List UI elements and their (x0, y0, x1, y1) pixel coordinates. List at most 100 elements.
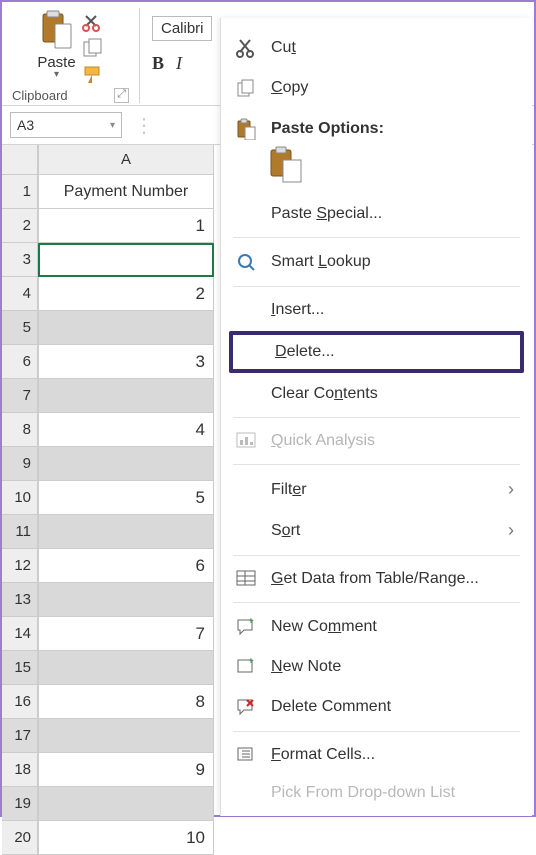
row-header[interactable]: 8 (2, 413, 38, 447)
menu-label: Sort (271, 522, 494, 540)
menu-label: Paste Options: (271, 120, 514, 138)
row-header[interactable]: 15 (2, 651, 38, 685)
separator (233, 555, 520, 556)
paste-option-default[interactable] (269, 146, 532, 187)
font-name-box[interactable]: Calibri (152, 16, 212, 41)
row-header[interactable]: 12 (2, 549, 38, 583)
cell[interactable] (38, 787, 214, 821)
comment-icon: + (235, 617, 257, 637)
select-all-corner[interactable] (2, 145, 38, 175)
separator (233, 237, 520, 238)
row-header[interactable]: 17 (2, 719, 38, 753)
menu-format-cells[interactable]: Format Cells... (221, 736, 532, 774)
chevron-right-icon: › (508, 520, 514, 541)
group-label: Clipboard (12, 88, 68, 103)
menu-pick-list[interactable]: Pick From Drop-down List (221, 774, 532, 812)
delete-comment-icon (235, 697, 257, 717)
quick-analysis-icon (235, 432, 257, 450)
cell[interactable]: 9 (38, 753, 214, 787)
row-header[interactable]: 7 (2, 379, 38, 413)
row-header[interactable]: 19 (2, 787, 38, 821)
clipboard-group: Paste ▾ Clipboard (12, 8, 140, 103)
bold-button[interactable]: B (152, 53, 164, 74)
row-header[interactable]: 10 (2, 481, 38, 515)
cell[interactable]: 6 (38, 549, 214, 583)
cell[interactable]: 4 (38, 413, 214, 447)
row-header[interactable]: 1 (2, 175, 38, 209)
menu-label: Format Cells... (271, 746, 514, 764)
cell[interactable]: 7 (38, 617, 214, 651)
menu-label: Delete... (275, 343, 510, 361)
separator (233, 286, 520, 287)
row-header[interactable]: 2 (2, 209, 38, 243)
cell[interactable]: 5 (38, 481, 214, 515)
menu-filter[interactable]: Filter › (221, 469, 532, 510)
menu-new-comment[interactable]: + New Comment (221, 607, 532, 647)
cell[interactable] (38, 583, 214, 617)
italic-button[interactable]: I (176, 53, 182, 74)
name-box[interactable]: A3 ▾ (10, 112, 122, 138)
menu-delete-comment[interactable]: Delete Comment (221, 687, 532, 727)
row-header[interactable]: 6 (2, 345, 38, 379)
cell[interactable] (38, 311, 214, 345)
row-header[interactable]: 13 (2, 583, 38, 617)
separator (233, 731, 520, 732)
copy-icon[interactable] (82, 38, 104, 58)
cell[interactable]: 8 (38, 685, 214, 719)
row-header[interactable]: 4 (2, 277, 38, 311)
cell[interactable] (38, 651, 214, 685)
row-header[interactable]: 11 (2, 515, 38, 549)
menu-label: Quick Analysis (271, 432, 514, 450)
menu-get-data[interactable]: Get Data from Table/Range... (221, 560, 532, 598)
menu-paste-special[interactable]: Paste Special... (221, 195, 532, 233)
row-header[interactable]: 16 (2, 685, 38, 719)
row-header[interactable]: 3 (2, 243, 38, 277)
row-header[interactable]: 20 (2, 821, 38, 855)
row-header[interactable]: 18 (2, 753, 38, 787)
menu-label: Copy (271, 79, 514, 97)
cut-icon[interactable] (82, 12, 102, 32)
chevron-right-icon: › (508, 479, 514, 500)
cell[interactable]: Payment Number (38, 175, 214, 209)
menu-insert[interactable]: Insert... (221, 291, 532, 329)
search-icon (235, 252, 257, 272)
format-cells-icon (235, 746, 257, 764)
cell[interactable]: 1 (38, 209, 214, 243)
menu-cut[interactable]: Cut (221, 28, 532, 68)
menu-sort[interactable]: Sort › (221, 510, 532, 551)
paste-button[interactable]: Paste ▾ (37, 8, 75, 80)
menu-paste-options-header: Paste Options: (221, 108, 532, 150)
cell[interactable]: 3 (38, 345, 214, 379)
context-menu: Cut Copy Paste Options: Paste Special...… (220, 18, 532, 816)
chevron-down-icon: ▾ (110, 120, 115, 131)
menu-clear-contents[interactable]: Clear Contents (221, 375, 532, 413)
menu-label: Filter (271, 481, 494, 499)
cell[interactable]: 10 (38, 821, 214, 855)
format-painter-icon[interactable] (82, 64, 104, 84)
menu-copy[interactable]: Copy (221, 68, 532, 108)
svg-text:+: + (248, 617, 254, 627)
cell[interactable] (38, 515, 214, 549)
formula-bar-separator: ⋮ (130, 113, 158, 138)
menu-label: Get Data from Table/Range... (271, 570, 514, 588)
name-box-value: A3 (17, 117, 34, 133)
menu-label: Smart Lookup (271, 253, 514, 271)
paste-icon (37, 8, 75, 52)
menu-smart-lookup[interactable]: Smart Lookup (221, 242, 532, 282)
row-header[interactable]: 5 (2, 311, 38, 345)
column-header[interactable]: A (38, 145, 214, 175)
cell[interactable] (38, 719, 214, 753)
menu-quick-analysis: Quick Analysis (221, 422, 532, 460)
note-icon: + (235, 657, 257, 677)
row-header[interactable]: 14 (2, 617, 38, 651)
cell[interactable] (38, 243, 214, 277)
dialog-launcher-icon[interactable]: ⤢ (114, 88, 129, 103)
cell[interactable] (38, 379, 214, 413)
menu-new-note[interactable]: + New Note (221, 647, 532, 687)
separator (233, 464, 520, 465)
menu-delete[interactable]: Delete... (229, 331, 524, 373)
cell[interactable]: 2 (38, 277, 214, 311)
cell[interactable] (38, 447, 214, 481)
menu-label: New Comment (271, 618, 514, 636)
row-header[interactable]: 9 (2, 447, 38, 481)
